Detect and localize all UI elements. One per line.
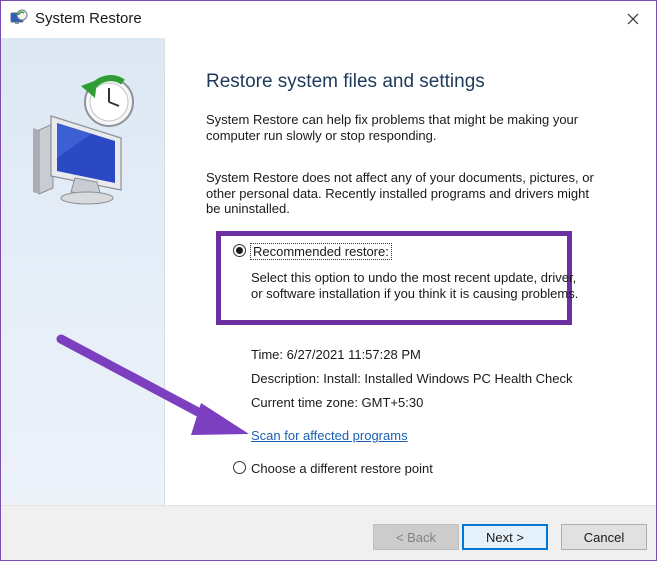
system-restore-illustration-icon bbox=[33, 75, 134, 205]
button-bar: < Back Next > Cancel bbox=[1, 505, 656, 560]
system-restore-window: System Restore Restore system files and … bbox=[0, 0, 657, 561]
window-title: System Restore bbox=[35, 10, 142, 27]
side-panel bbox=[1, 38, 165, 505]
close-icon bbox=[627, 13, 639, 25]
restore-time: Time: 6/27/2021 11:57:28 PM bbox=[251, 347, 421, 362]
page-title: Restore system files and settings bbox=[206, 70, 485, 92]
cancel-button[interactable]: Cancel bbox=[561, 524, 647, 550]
restore-description: Description: Install: Installed Windows … bbox=[251, 371, 573, 386]
main-content: Restore system files and settings System… bbox=[165, 38, 656, 505]
different-restore-point-radio[interactable] bbox=[233, 461, 246, 474]
different-restore-point-label[interactable]: Choose a different restore point bbox=[251, 461, 433, 476]
intro-text-1: System Restore can help fix problems tha… bbox=[206, 112, 579, 143]
recommended-restore-label[interactable]: Recommended restore: bbox=[250, 243, 392, 260]
back-button[interactable]: < Back bbox=[373, 524, 459, 550]
title-bar: System Restore bbox=[1, 1, 656, 37]
intro-text-2: System Restore does not affect any of yo… bbox=[206, 170, 594, 216]
recommended-restore-description: Select this option to undo the most rece… bbox=[251, 270, 579, 301]
close-button[interactable] bbox=[610, 1, 656, 37]
scan-affected-programs-link[interactable]: Scan for affected programs bbox=[251, 428, 408, 443]
system-restore-icon bbox=[10, 9, 28, 24]
next-button[interactable]: Next > bbox=[462, 524, 548, 550]
recommended-restore-radio[interactable] bbox=[233, 244, 246, 257]
current-time-zone: Current time zone: GMT+5:30 bbox=[251, 395, 424, 410]
